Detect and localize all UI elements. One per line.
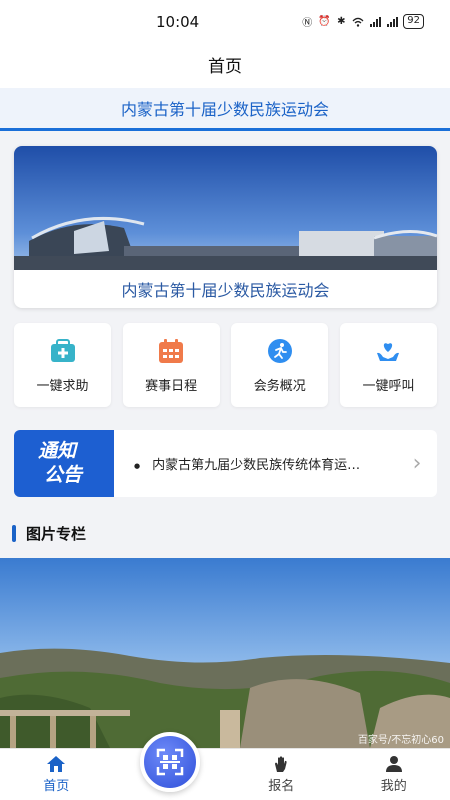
section-header: 图片专栏 [12, 523, 86, 544]
quick-action-schedule[interactable]: 赛事日程 [122, 323, 220, 407]
scan-button[interactable] [140, 732, 200, 792]
notice-badge-line1: 通知 [38, 440, 77, 462]
medical-kit-icon [50, 338, 75, 362]
bluetooth-icon: ✱ [337, 16, 346, 27]
home-icon [47, 756, 66, 772]
quick-action-label: 会务概况 [253, 378, 306, 394]
quick-actions: 一键求助 赛事日程 会务概况 一键呼叫 [14, 323, 437, 407]
status-bar: 10:04 Ⓝ ⏰ ✱ 92 [0, 0, 450, 40]
page-title: 首页 [208, 56, 242, 77]
event-banner-title: 内蒙古第十届少数民族运动会 [120, 100, 329, 119]
hand-icon [275, 756, 287, 772]
bottom-tab-bar: 首页 报名 我的 [0, 748, 450, 800]
signal-icon [369, 16, 382, 28]
tab-profile-label: 我的 [380, 779, 407, 794]
wifi-icon [352, 16, 364, 28]
runner-icon [267, 338, 292, 363]
hero-caption: 内蒙古第十届少数民族运动会 [121, 281, 330, 300]
status-time: 10:04 [156, 13, 200, 31]
scan-icon [156, 748, 184, 776]
quick-action-label: 一键呼叫 [362, 378, 415, 394]
tab-home[interactable]: 首页 [0, 749, 113, 800]
tab-profile[interactable]: 我的 [338, 749, 450, 800]
calendar-icon [159, 338, 184, 363]
event-banner: 内蒙古第十届少数民族运动会 [0, 88, 450, 131]
section-accent-bar [12, 525, 16, 542]
user-icon [385, 756, 402, 772]
quick-action-call[interactable]: 一键呼叫 [339, 323, 437, 407]
stadium-image [14, 146, 437, 270]
tab-register[interactable]: 报名 [225, 749, 338, 800]
section-title: 图片专栏 [26, 525, 87, 543]
tab-home-label: 首页 [43, 779, 70, 794]
notice-bar[interactable]: 通知 公告 内蒙古第九届少数民族传统体育运… › [14, 430, 437, 497]
alarm-icon: ⏰ [318, 16, 331, 27]
notice-text: 内蒙古第九届少数民族传统体育运… [114, 454, 397, 473]
chevron-right-icon[interactable]: › [397, 451, 437, 476]
heart-hand-icon [377, 342, 400, 361]
quick-action-help[interactable]: 一键求助 [14, 323, 111, 407]
battery-indicator: 92 [403, 14, 424, 29]
photo-watermark: 百家号/不忘初心60 [357, 735, 444, 746]
nav-bar: 首页 [0, 40, 450, 88]
notice-badge: 通知 公告 [14, 430, 114, 497]
quick-action-label: 赛事日程 [145, 378, 198, 394]
notice-badge-line2: 公告 [44, 464, 83, 486]
status-icons: Ⓝ ⏰ ✱ 92 [301, 14, 424, 29]
nfc-icon: Ⓝ [302, 18, 313, 29]
photo-gallery-image[interactable]: 百家号/不忘初心60 [0, 558, 450, 748]
signal-icon-2 [386, 16, 399, 28]
tab-register-label: 报名 [268, 779, 295, 794]
hero-card[interactable]: 内蒙古第十届少数民族运动会 [14, 146, 437, 308]
quick-action-label: 一键求助 [36, 378, 89, 394]
landscape-image [0, 558, 450, 748]
quick-action-overview[interactable]: 会务概况 [231, 323, 329, 407]
